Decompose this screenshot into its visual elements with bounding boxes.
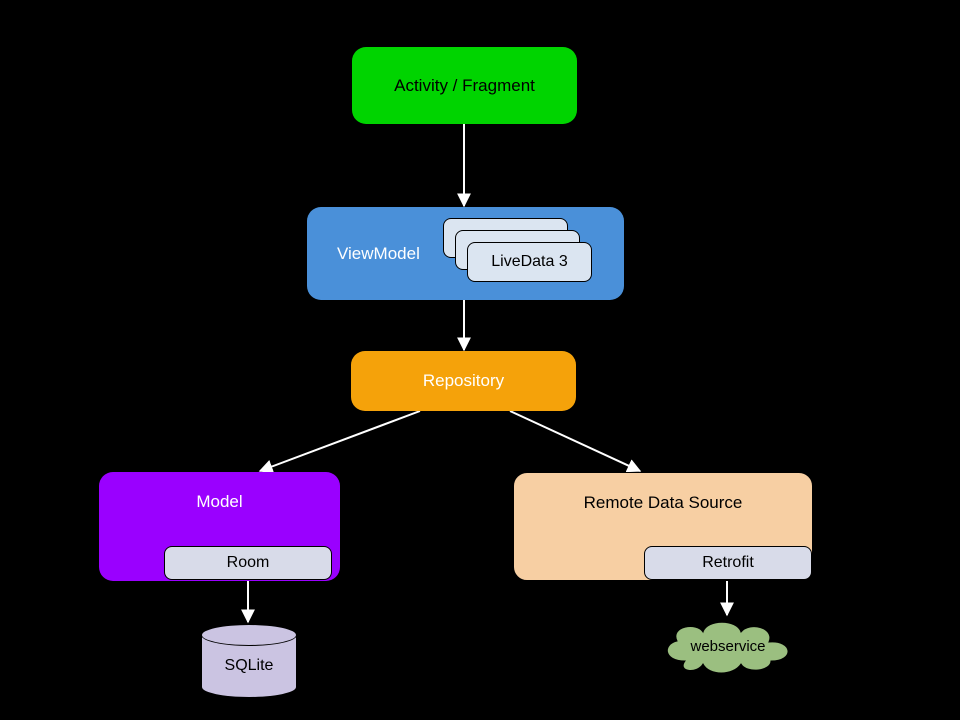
retrofit-node: Retrofit: [644, 546, 812, 580]
activity-fragment-node: Activity / Fragment: [352, 47, 577, 124]
webservice-node: webservice: [655, 616, 801, 676]
viewmodel-label: ViewModel: [337, 244, 420, 264]
repository-label: Repository: [423, 371, 504, 391]
webservice-label: webservice: [655, 616, 801, 676]
sqlite-label: SQLite: [225, 657, 274, 675]
room-node: Room: [164, 546, 332, 580]
livedata-label: LiveData 3: [491, 253, 568, 271]
livedata-node: LiveData 3: [467, 242, 592, 282]
model-label: Model: [196, 492, 242, 512]
sqlite-node: SQLite: [201, 624, 297, 698]
room-label: Room: [227, 554, 270, 572]
repository-node: Repository: [351, 351, 576, 411]
remote-label: Remote Data Source: [584, 493, 743, 513]
activity-fragment-label: Activity / Fragment: [394, 76, 535, 96]
retrofit-label: Retrofit: [702, 554, 754, 572]
